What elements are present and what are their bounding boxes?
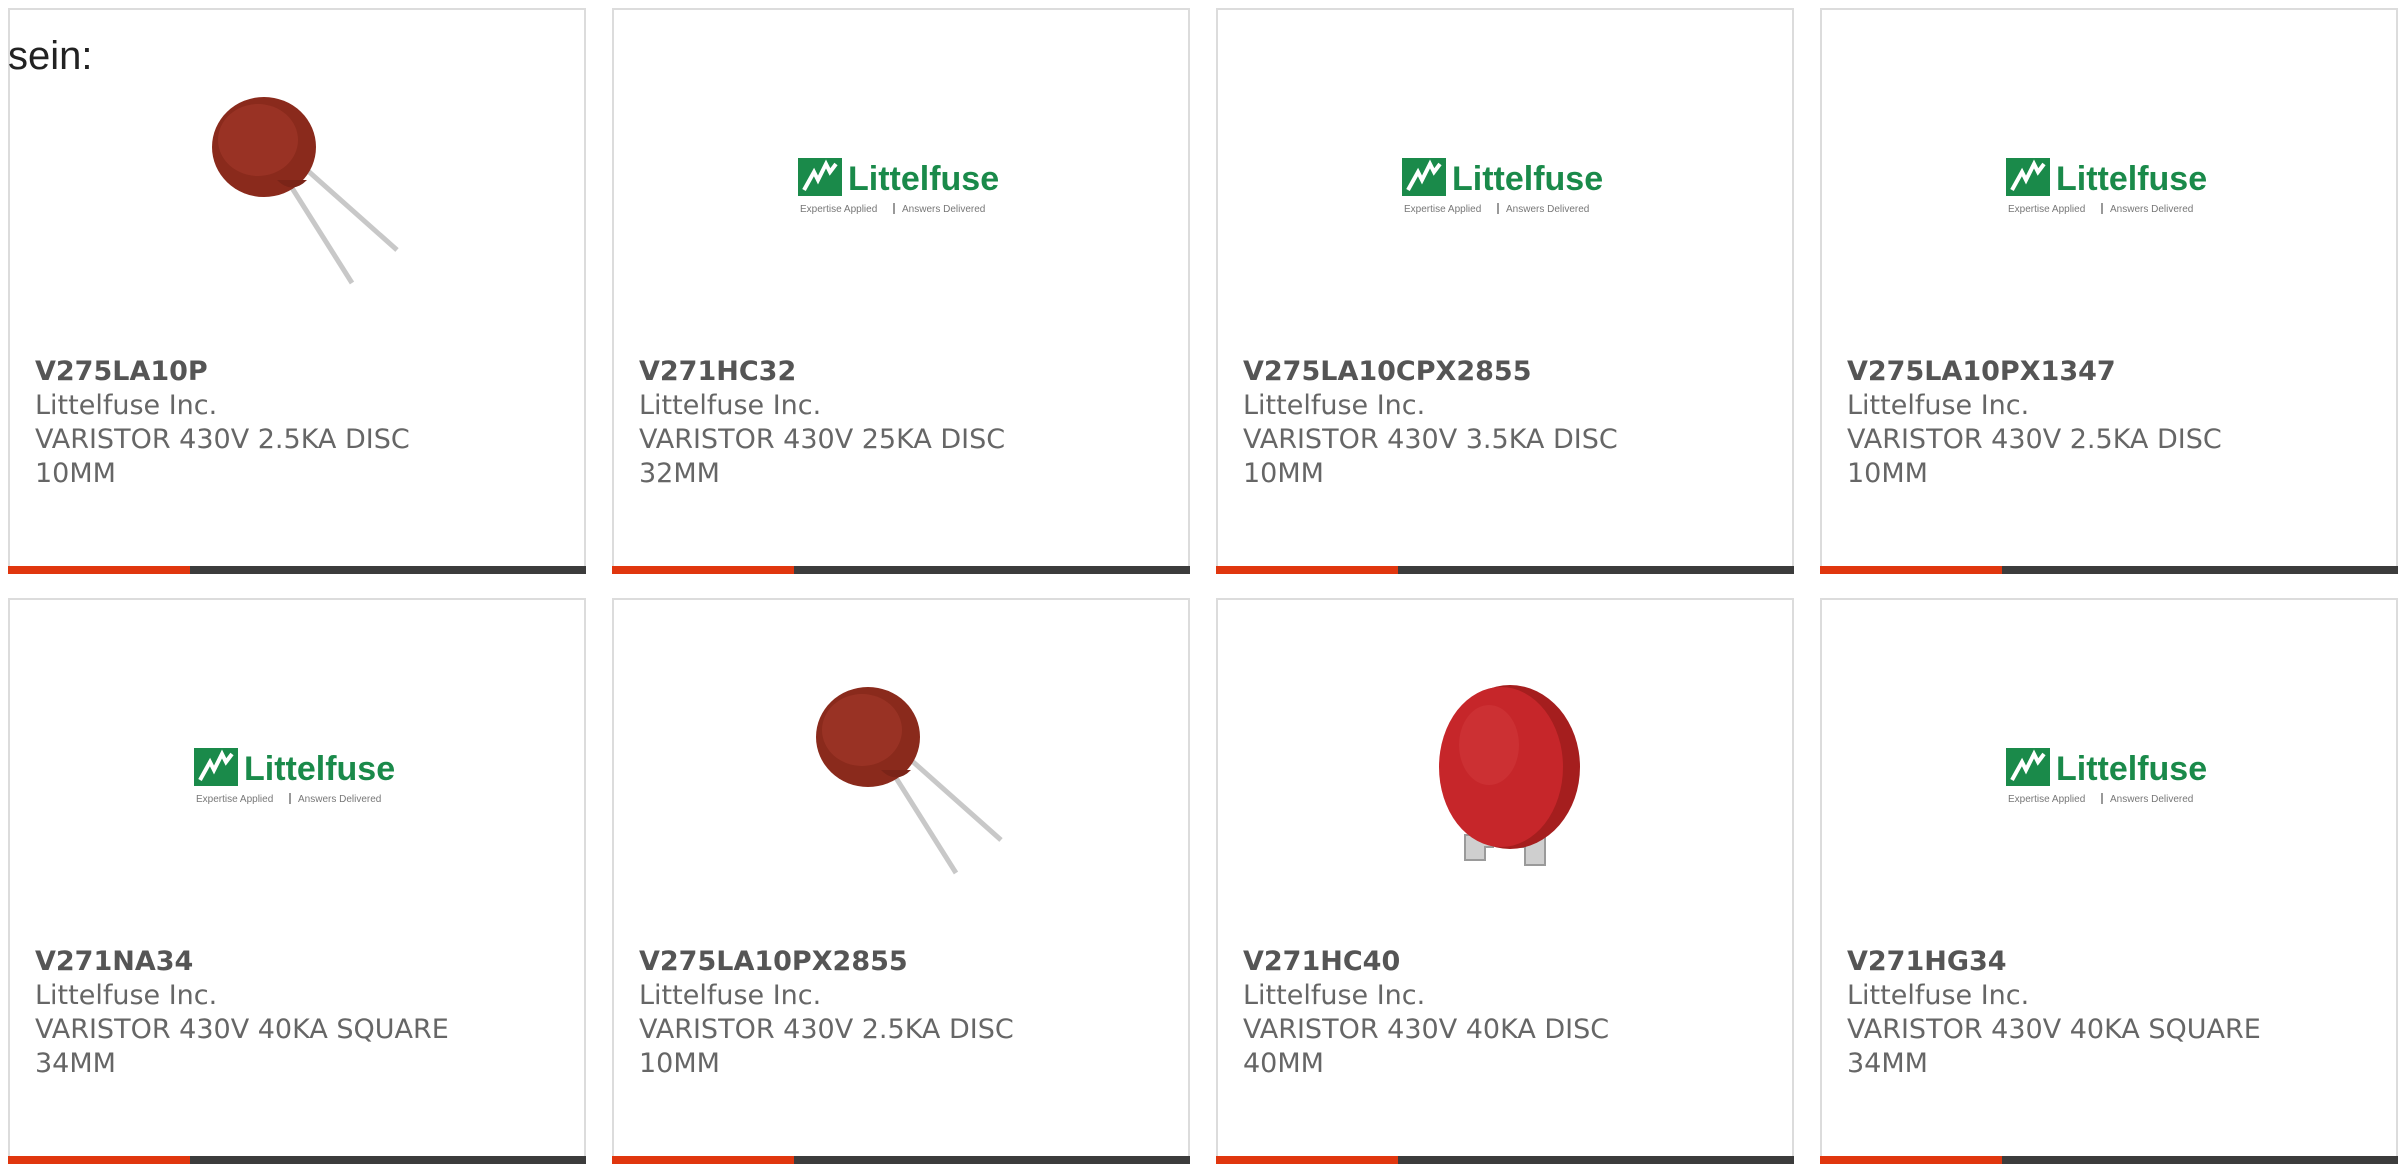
manufacturer: Littelfuse Inc. — [1243, 980, 1426, 1011]
product-info: V271HC32 Littelfuse Inc. VARISTOR 430V 2… — [639, 355, 1168, 491]
product-card[interactable]: Littelfuse Expertise Applied Answers Del… — [1820, 598, 2398, 1164]
part-number-link[interactable]: V275LA10P — [35, 355, 564, 389]
card-footer-bar — [1216, 566, 1794, 574]
card-footer-bar — [8, 1156, 586, 1164]
card-footer-accent — [8, 566, 190, 574]
part-number-link[interactable]: V271HC40 — [1243, 945, 1772, 979]
description: VARISTOR 430V 2.5KA DISC 10MM — [35, 424, 410, 489]
product-info: V271HG34 Littelfuse Inc. VARISTOR 430V 4… — [1847, 945, 2376, 1081]
manufacturer: Littelfuse Inc. — [35, 390, 218, 421]
product-card[interactable]: Littelfuse Expertise Applied Answers Del… — [612, 8, 1190, 574]
card-footer-accent — [1820, 1156, 2002, 1164]
part-number-link[interactable]: V271HC32 — [639, 355, 1168, 389]
card-footer-bar — [1820, 1156, 2398, 1164]
description: VARISTOR 430V 40KA DISC 40MM — [1243, 1014, 1610, 1079]
card-footer-accent — [612, 1156, 794, 1164]
product-info: V271HC40 Littelfuse Inc. VARISTOR 430V 4… — [1243, 945, 1772, 1081]
littelfuse-logo: Littelfuse Expertise Applied Answers Del… — [2006, 158, 2207, 215]
logo-name: Littelfuse — [2056, 160, 2207, 198]
product-image: Littelfuse Expertise Applied Answers Del… — [614, 80, 1188, 290]
product-info: V271NA34 Littelfuse Inc. VARISTOR 430V 4… — [35, 945, 564, 1081]
card-footer-bar — [8, 566, 586, 574]
logo-name: Littelfuse — [2056, 750, 2207, 788]
card-footer-bar — [612, 566, 1190, 574]
product-info: V275LA10P Littelfuse Inc. VARISTOR 430V … — [35, 355, 564, 491]
product-card[interactable]: V275LA10P Littelfuse Inc. VARISTOR 430V … — [8, 8, 586, 574]
card-footer-accent — [8, 1156, 190, 1164]
part-number-link[interactable]: V275LA10CPX2855 — [1243, 355, 1772, 389]
part-number-link[interactable]: V275LA10PX2855 — [639, 945, 1168, 979]
part-number-link[interactable]: V271HG34 — [1847, 945, 2376, 979]
logo-tagline-right: Answers Delivered — [298, 794, 381, 805]
product-image — [1218, 670, 1792, 880]
product-grid: V275LA10P Littelfuse Inc. VARISTOR 430V … — [0, 0, 2400, 1164]
logo-tagline-left: Expertise Applied — [196, 794, 273, 805]
card-footer-bar — [1216, 1156, 1794, 1164]
product-image: Littelfuse Expertise Applied Answers Del… — [1822, 80, 2396, 290]
product-image — [614, 670, 1188, 880]
description: VARISTOR 430V 40KA SQUARE 34MM — [1847, 1014, 2261, 1079]
part-number-link[interactable]: V275LA10PX1347 — [1847, 355, 2376, 389]
littelfuse-logo: Littelfuse Expertise Applied Answers Del… — [798, 158, 999, 215]
logo-tagline-right: Answers Delivered — [2110, 204, 2193, 215]
logo-name: Littelfuse — [848, 160, 999, 198]
littelfuse-logo: Littelfuse Expertise Applied Answers Del… — [1402, 158, 1603, 215]
product-info: V275LA10CPX2855 Littelfuse Inc. VARISTOR… — [1243, 355, 1772, 491]
description: VARISTOR 430V 2.5KA DISC 10MM — [1847, 424, 2222, 489]
product-image: Littelfuse Expertise Applied Answers Del… — [1218, 80, 1792, 290]
logo-tagline-left: Expertise Applied — [1404, 204, 1481, 215]
logo-name: Littelfuse — [1452, 160, 1603, 198]
card-footer-bar — [1820, 566, 2398, 574]
logo-tagline-left: Expertise Applied — [2008, 794, 2085, 805]
littelfuse-logo: Littelfuse Expertise Applied Answers Del… — [2006, 748, 2207, 805]
product-info: V275LA10PX2855 Littelfuse Inc. VARISTOR … — [639, 945, 1168, 1081]
product-info: V275LA10PX1347 Littelfuse Inc. VARISTOR … — [1847, 355, 2376, 491]
manufacturer: Littelfuse Inc. — [35, 980, 218, 1011]
manufacturer: Littelfuse Inc. — [639, 980, 822, 1011]
product-card[interactable]: Littelfuse Expertise Applied Answers Del… — [1216, 8, 1794, 574]
manufacturer: Littelfuse Inc. — [639, 390, 822, 421]
card-footer-accent — [1216, 566, 1398, 574]
description: VARISTOR 430V 40KA SQUARE 34MM — [35, 1014, 449, 1079]
radial-disc-varistor-icon — [212, 97, 399, 285]
product-card[interactable]: Littelfuse Expertise Applied Answers Del… — [1820, 8, 2398, 574]
logo-name: Littelfuse — [244, 750, 395, 788]
logo-tagline-right: Answers Delivered — [1506, 204, 1589, 215]
description: VARISTOR 430V 3.5KA DISC 10MM — [1243, 424, 1618, 489]
card-footer-accent — [1216, 1156, 1398, 1164]
product-image: Littelfuse Expertise Applied Answers Del… — [1822, 670, 2396, 880]
product-image: Littelfuse Expertise Applied Answers Del… — [10, 670, 584, 880]
manufacturer: Littelfuse Inc. — [1243, 390, 1426, 421]
manufacturer: Littelfuse Inc. — [1847, 980, 2030, 1011]
manufacturer: Littelfuse Inc. — [1847, 390, 2030, 421]
card-footer-accent — [1820, 566, 2002, 574]
logo-tagline-right: Answers Delivered — [2110, 794, 2193, 805]
product-card[interactable]: Littelfuse Expertise Applied Answers Del… — [8, 598, 586, 1164]
part-number-link[interactable]: V271NA34 — [35, 945, 564, 979]
product-image — [10, 80, 584, 290]
product-card[interactable]: V271HC40 Littelfuse Inc. VARISTOR 430V 4… — [1216, 598, 1794, 1164]
card-footer-bar — [612, 1156, 1190, 1164]
logo-tagline-right: Answers Delivered — [902, 204, 985, 215]
description: VARISTOR 430V 25KA DISC 32MM — [639, 424, 1006, 489]
intro-text: sein: — [8, 34, 93, 78]
product-card[interactable]: V275LA10PX2855 Littelfuse Inc. VARISTOR … — [612, 598, 1190, 1164]
card-footer-accent — [612, 566, 794, 574]
radial-disc-varistor-icon — [816, 687, 1003, 875]
littelfuse-logo: Littelfuse Expertise Applied Answers Del… — [194, 748, 395, 805]
large-disc-varistor-icon — [1439, 685, 1580, 866]
logo-tagline-left: Expertise Applied — [800, 204, 877, 215]
description: VARISTOR 430V 2.5KA DISC 10MM — [639, 1014, 1014, 1079]
logo-tagline-left: Expertise Applied — [2008, 204, 2085, 215]
